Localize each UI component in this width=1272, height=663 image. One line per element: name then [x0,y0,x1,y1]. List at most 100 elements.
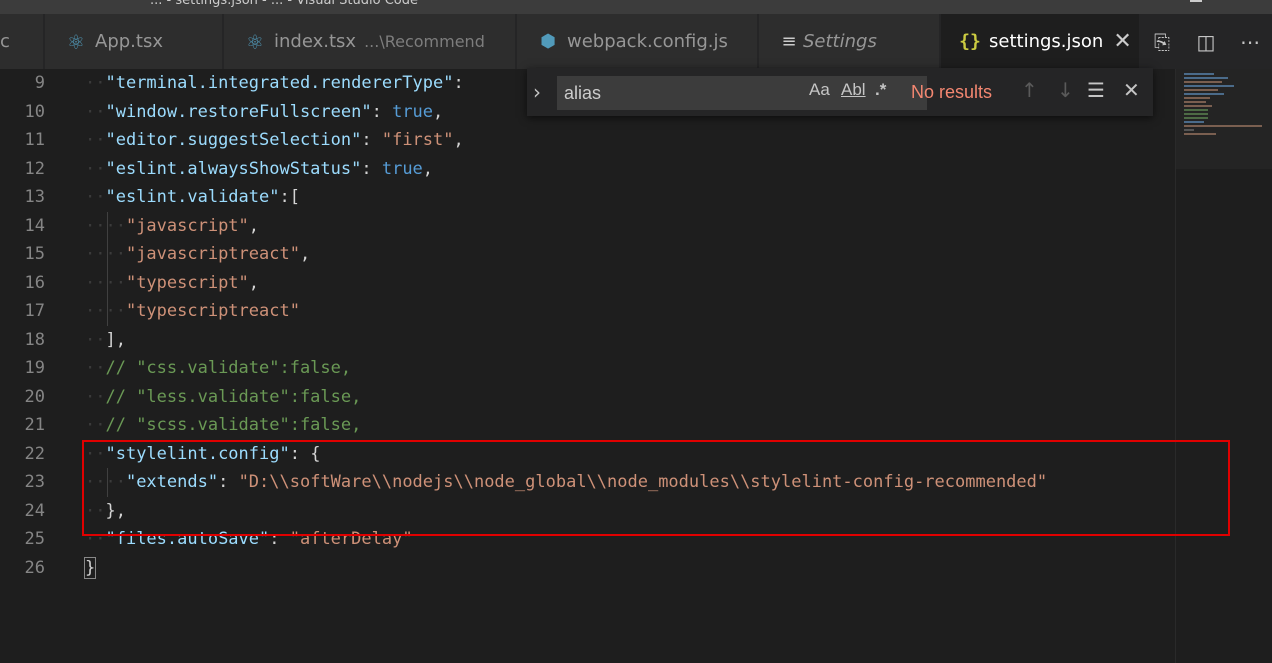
line-number: 14 [24,215,45,236]
code-editor[interactable]: 9 10 11 12 13 14 15 16 17 18 19 20 21 22… [0,69,1272,663]
line-number: 22 [24,443,45,464]
json-punct: :[ [279,187,300,207]
find-status: No results [911,82,993,102]
line-number: 26 [24,557,45,578]
split-editor-icon[interactable]: ◫ [1189,30,1223,54]
json-comment: // "scss.validate":false, [105,415,362,435]
tab-settings-json[interactable]: {} settings.json ✕ [941,14,1140,69]
json-key: "eslint.validate" [105,187,280,207]
react-icon: ⚛ [67,29,85,54]
title-bar: ... - settings.json - ... - Visual Studi… [0,0,1272,14]
tab-label: index.tsx [274,31,357,52]
line-number: 10 [24,101,45,122]
line-number: 24 [24,500,45,521]
json-punct: : [453,73,464,93]
line-number: 13 [24,187,45,207]
line-number: 19 [24,358,45,378]
json-punct: } [83,556,97,579]
close-find-icon[interactable]: ✕ [1123,78,1140,102]
line-number: 18 [24,329,45,350]
code-line: ··], [85,329,126,350]
json-comment: // "css.validate":false, [105,358,352,378]
code-line: ··"eslint.alwaysShowStatus": true, [85,158,434,179]
code-line: ····"javascript", [85,211,1175,240]
json-punct: , [299,244,311,264]
json-comment: // "less.validate":false, [105,386,362,407]
minimize-icon[interactable] [1190,0,1202,2]
tab-label: settings.json [989,31,1104,52]
cube-icon: ⬢ [540,31,556,52]
whole-word-icon[interactable]: Abl [841,80,866,100]
json-punct: , [248,272,260,293]
json-value: "first" [381,130,454,150]
minimap-slider[interactable] [1176,69,1272,169]
match-case-icon[interactable]: Aa [809,80,830,100]
code-line: ··// "less.validate":false, [85,386,362,407]
code-line: ··"eslint.validate":[ [85,187,300,207]
json-value: true [381,158,423,179]
line-number: 17 [24,301,45,321]
code-line: ··// "css.validate":false, [85,358,352,378]
code-line: ··// "scss.validate":false, [85,415,362,435]
tab-label: c [0,31,10,52]
json-punct: , [248,215,260,236]
json-key: "terminal.integrated.rendererType" [105,73,454,93]
code-line: ····"typescript", [85,268,1175,297]
json-punct: : [371,101,393,122]
braces-icon: {} [959,31,981,52]
line-number: 25 [24,529,45,549]
code-line: ····"javascriptreact", [85,240,1175,269]
find-in-selection-icon[interactable]: ☰ [1087,78,1105,102]
json-value: "javascript" [125,215,249,236]
tab-overflow[interactable]: c [0,14,44,69]
line-number: 23 [24,472,45,492]
previous-match-icon[interactable]: ↑ [1021,78,1038,102]
open-changes-icon[interactable]: ⎘ [1145,30,1179,54]
tab-label: Settings [803,31,877,52]
json-punct: : [361,130,382,150]
tab-index-tsx[interactable]: ⚛ index.tsx ...\Recommend [224,14,516,69]
code-line: ····"typescriptreact" [85,297,1175,326]
editor-actions: ⎘ ◫ ⋯ [1140,14,1272,69]
tab-bar: c ⚛ App.tsx ⚛ index.tsx ...\Recommend ⬢ … [0,14,1272,69]
tab-settings[interactable]: ≡ Settings [759,14,940,69]
line-number: 12 [24,158,45,179]
line-number: 11 [24,130,45,150]
tab-path: ...\Recommend [364,32,485,51]
json-value: true [392,101,434,122]
lines-icon: ≡ [781,31,797,52]
close-icon[interactable]: ✕ [1113,29,1131,54]
json-punct: , [422,158,434,179]
json-key: "window.restoreFullscreen" [105,101,372,122]
minimap[interactable] [1175,69,1272,663]
line-number-gutter: 9 10 11 12 13 14 15 16 17 18 19 20 21 22… [0,69,60,582]
toggle-replace-icon[interactable]: › [533,80,541,104]
next-match-icon[interactable]: ↓ [1057,78,1074,102]
line-number: 20 [24,386,45,407]
annotation-highlight-box [82,440,1230,536]
regex-icon[interactable]: .* [875,80,886,100]
more-actions-icon[interactable]: ⋯ [1233,30,1267,54]
json-key: "editor.suggestSelection" [105,130,362,150]
json-value: "typescript" [125,272,249,293]
json-punct: : [361,158,382,179]
tab-app-tsx[interactable]: ⚛ App.tsx [45,14,223,69]
find-widget: › alias Aa Abl .* No results ↑ ↓ ☰ ✕ [527,68,1153,116]
json-punct: ], [105,329,126,350]
find-input[interactable]: alias [557,76,927,110]
react-icon: ⚛ [246,29,264,54]
line-number: 9 [34,73,45,93]
code-line: ··"editor.suggestSelection": "first", [85,130,464,150]
code-line: } [83,554,1175,583]
line-number: 16 [24,272,45,293]
window-title: ... - settings.json - ... - Visual Studi… [150,0,418,8]
tab-label: App.tsx [95,31,163,52]
line-number: 21 [24,415,45,435]
json-punct: , [453,130,464,150]
tab-label: webpack.config.js [567,31,728,52]
json-punct: , [433,101,444,122]
line-number: 15 [24,244,45,264]
tab-webpack-config[interactable]: ⬢ webpack.config.js [517,14,758,69]
json-key: "eslint.alwaysShowStatus" [105,158,362,179]
json-value: "javascriptreact" [125,244,300,264]
